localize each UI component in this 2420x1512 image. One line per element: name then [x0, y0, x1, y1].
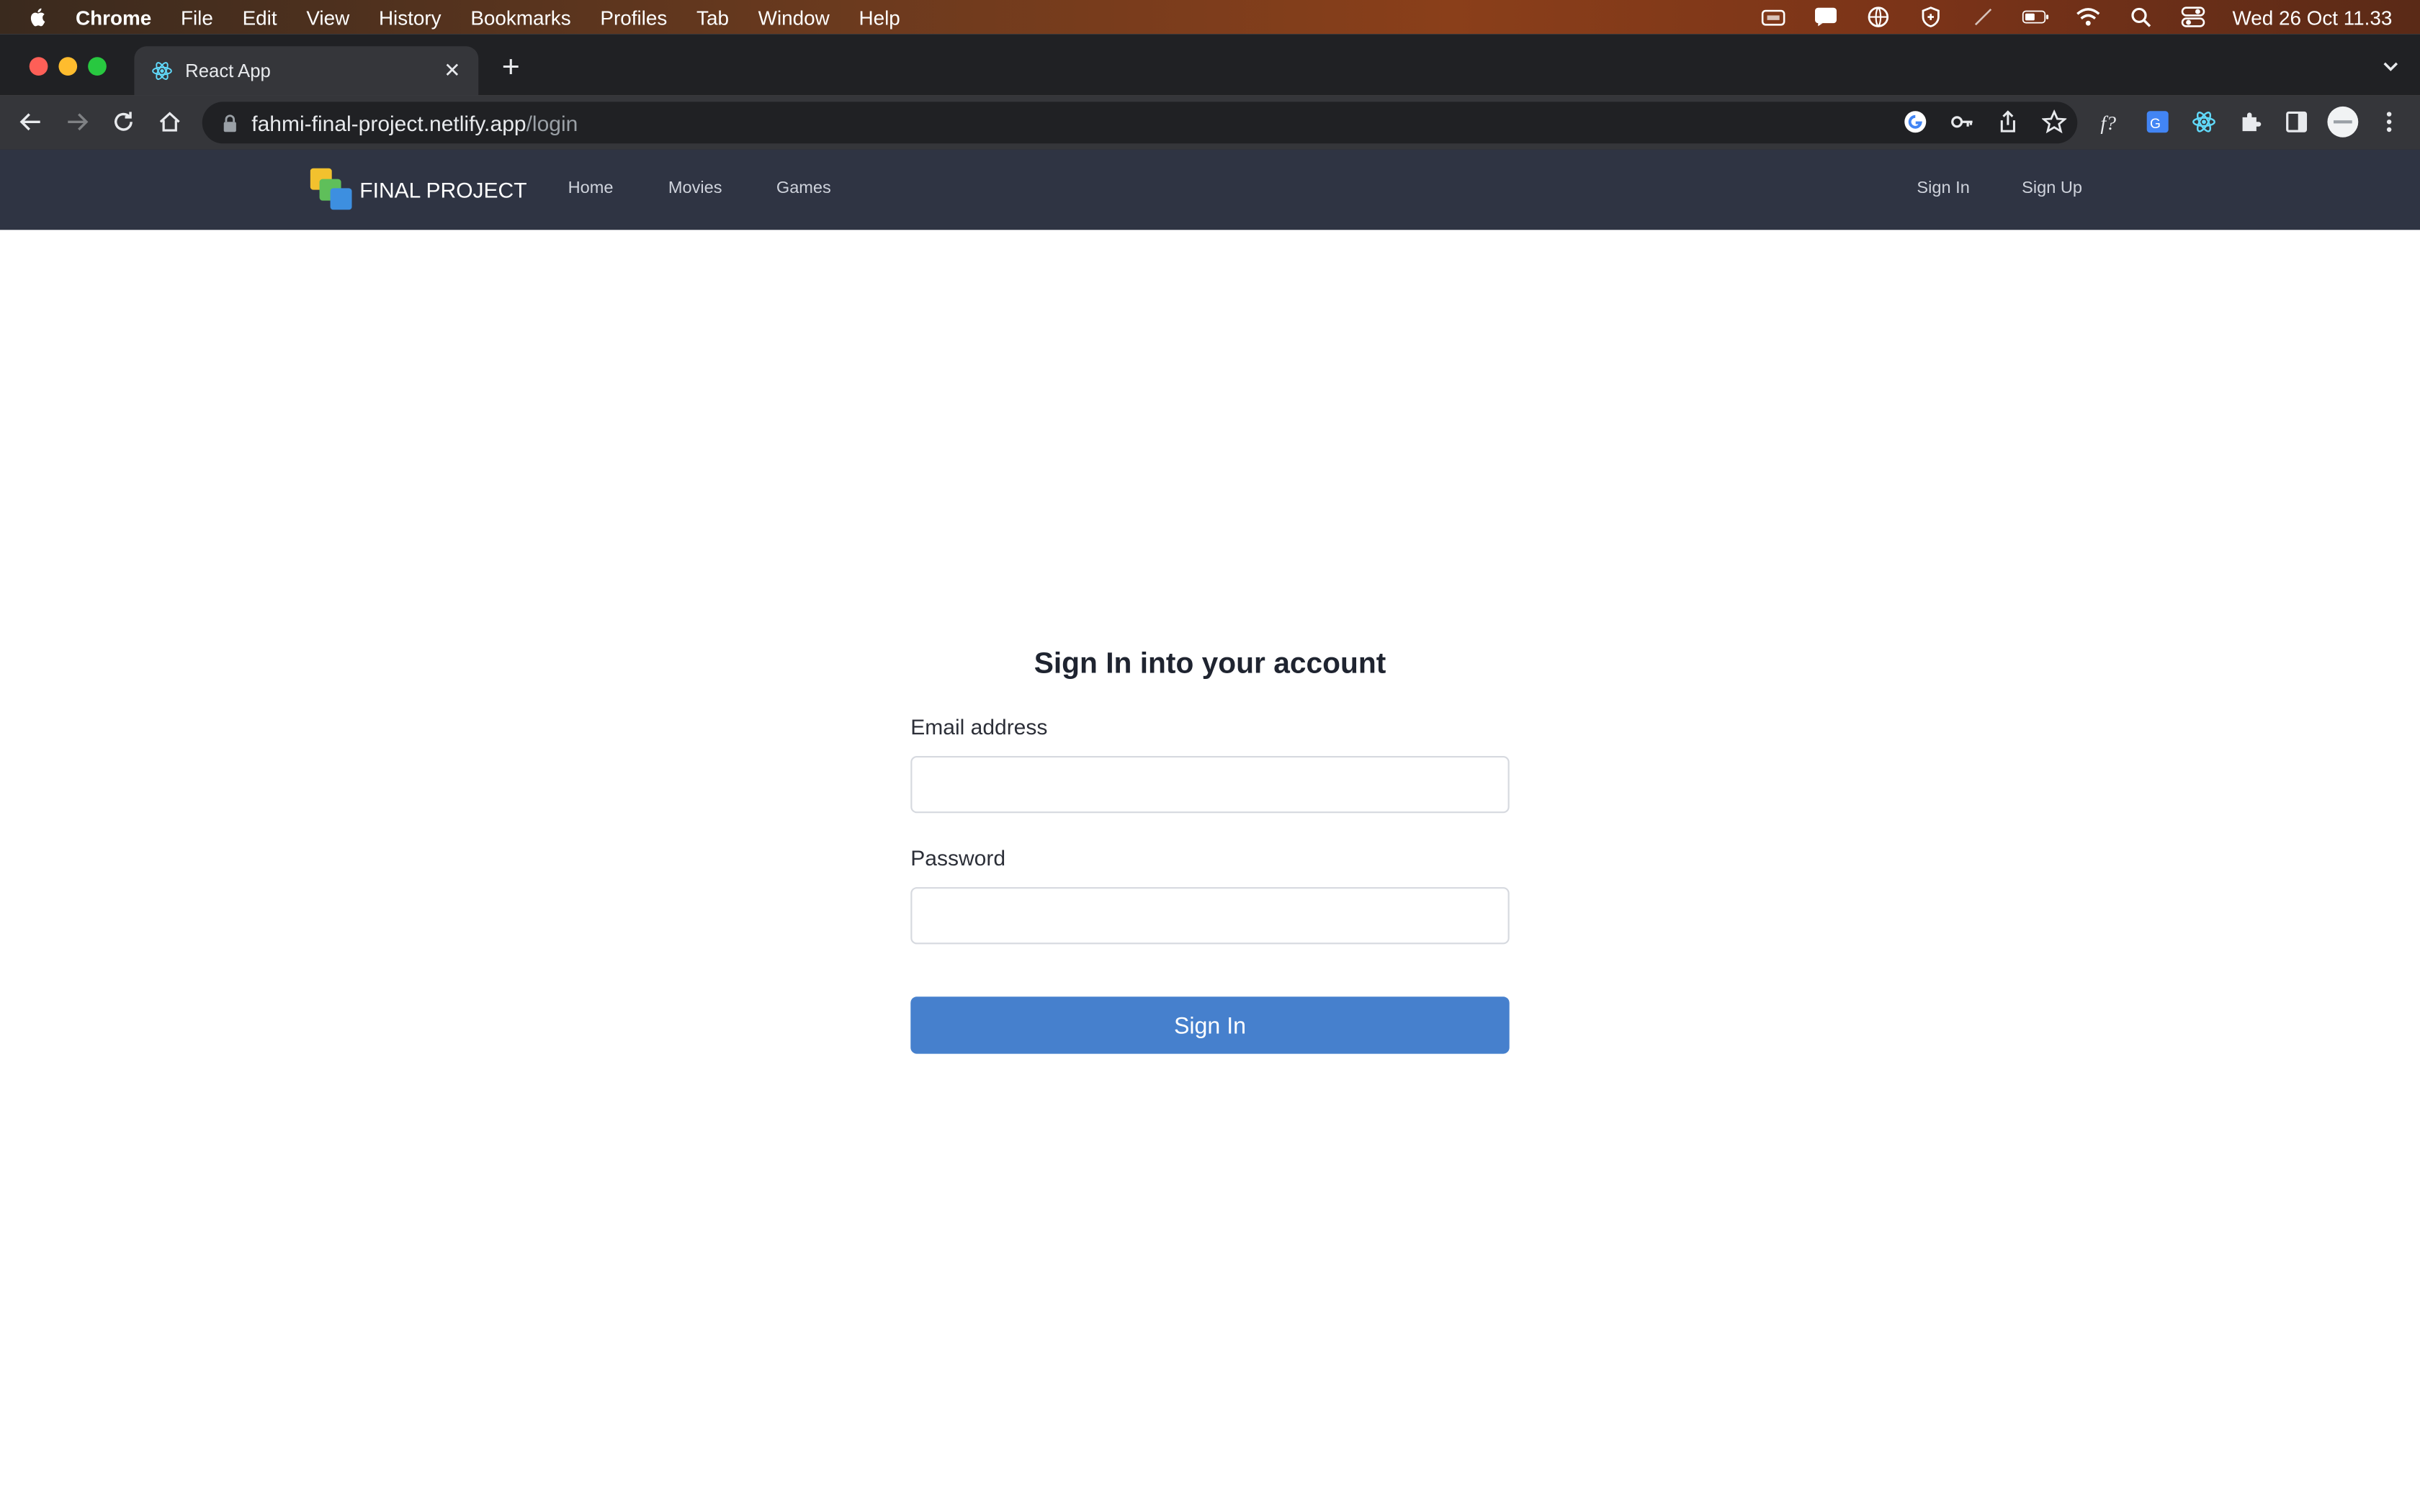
window-close-button[interactable] [29, 57, 48, 76]
react-devtools-icon[interactable] [2190, 108, 2218, 136]
menu-view[interactable]: View [306, 6, 349, 29]
svg-text:G: G [2150, 117, 2161, 132]
macos-menubar: Chrome File Edit View History Bookmarks … [0, 0, 2420, 35]
brand-link[interactable]: FINAL PROJECT [310, 168, 527, 210]
back-icon[interactable] [17, 108, 45, 136]
window-zoom-button[interactable] [88, 57, 107, 76]
key-icon[interactable] [1948, 108, 1976, 136]
reload-icon[interactable] [109, 108, 138, 136]
login-form: Sign In into your account Email address … [910, 645, 1510, 1054]
menu-profiles[interactable]: Profiles [600, 6, 667, 29]
password-label: Password [910, 845, 1006, 870]
control-center-icon[interactable] [2180, 6, 2208, 28]
extensions-puzzle-icon[interactable] [2236, 108, 2264, 136]
side-panel-icon[interactable] [2282, 108, 2311, 136]
svg-text:f?: f? [2100, 112, 2116, 134]
browser-tabstrip: React App ✕ + [0, 34, 2420, 96]
address-bar[interactable]: fahmi-final-project.netlify.app/login [202, 102, 2078, 144]
battery-icon[interactable] [2022, 6, 2051, 28]
notification-icon[interactable] [1813, 6, 1841, 28]
screen: Chrome File Edit View History Bookmarks … [0, 0, 2420, 1512]
nav-games-link[interactable]: Games [776, 179, 831, 198]
menu-edit[interactable]: Edit [243, 6, 277, 29]
menu-bookmarks[interactable]: Bookmarks [470, 6, 570, 29]
url-path: /login [526, 110, 578, 135]
url-host: fahmi-final-project.netlify.app [251, 110, 526, 135]
tab-title: React App [185, 60, 271, 82]
home-icon[interactable] [156, 108, 184, 136]
browser-toolbar: fahmi-final-project.netlify.app/login f? [0, 95, 2420, 151]
shield-icon[interactable] [1917, 6, 1945, 28]
new-tab-icon[interactable]: + [497, 50, 525, 84]
nav-home-link[interactable]: Home [568, 179, 614, 198]
menu-history[interactable]: History [379, 6, 442, 29]
profile-avatar[interactable] [2326, 105, 2360, 139]
brand-name: FINAL PROJECT [359, 176, 527, 202]
nav-movies-link[interactable]: Movies [668, 179, 722, 198]
wifi-icon[interactable] [2075, 6, 2103, 28]
nav-sign-up-link[interactable]: Sign Up [2022, 179, 2082, 198]
menu-file[interactable]: File [181, 6, 213, 29]
status-area: Wed 26 Oct 11.33 [1760, 0, 2420, 34]
pen-icon[interactable] [1970, 6, 1998, 28]
site-navbar: FINAL PROJECT Home Movies Games Sign In … [0, 149, 2420, 230]
lock-icon[interactable] [220, 114, 239, 132]
bookmark-star-icon[interactable] [2040, 108, 2069, 136]
email-input[interactable] [910, 756, 1510, 814]
react-favicon-icon [152, 62, 172, 80]
login-heading: Sign In into your account [1034, 648, 1386, 680]
brand-logo-icon [310, 168, 352, 210]
tab-search-chevron-icon[interactable] [2380, 55, 2401, 77]
stats-icon[interactable] [1760, 6, 1788, 28]
fx-extension-icon[interactable]: f? [2097, 108, 2125, 136]
menu-help[interactable]: Help [859, 6, 900, 29]
translate-extension-icon[interactable]: G [2143, 108, 2172, 136]
google-lens-icon[interactable] [1901, 108, 1930, 136]
forward-icon[interactable] [63, 108, 91, 136]
tab-close-icon[interactable]: ✕ [440, 58, 465, 83]
window-minimize-button[interactable] [58, 57, 78, 76]
sign-in-button[interactable]: Sign In [910, 996, 1510, 1054]
menu-tab[interactable]: Tab [696, 6, 729, 29]
nav-sign-in-link[interactable]: Sign In [1917, 179, 1969, 198]
password-input[interactable] [910, 887, 1510, 945]
menubar-clock[interactable]: Wed 26 Oct 11.33 [2232, 6, 2392, 29]
spotlight-search-icon[interactable] [2128, 6, 2156, 28]
tab-react-app[interactable]: React App ✕ [134, 46, 479, 96]
email-label: Email address [910, 714, 1048, 739]
omnibox-actions [1883, 108, 2068, 136]
menu-window[interactable]: Window [758, 6, 830, 29]
chrome-menu-icon[interactable] [2375, 108, 2403, 136]
vpn-globe-icon[interactable] [1865, 6, 1893, 28]
share-icon[interactable] [1994, 108, 2022, 136]
apple-icon[interactable] [28, 6, 50, 28]
menu-app-chrome[interactable]: Chrome [76, 6, 151, 29]
